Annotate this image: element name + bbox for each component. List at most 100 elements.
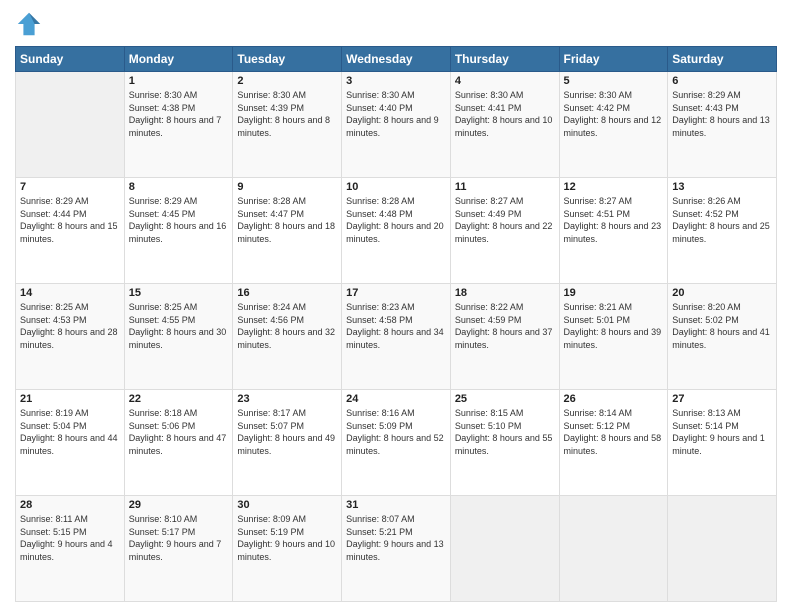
day-info: Sunrise: 8:09 AMSunset: 5:19 PMDaylight:… [237, 513, 337, 563]
day-number: 22 [129, 393, 229, 405]
day-cell [16, 72, 125, 178]
day-info: Sunrise: 8:27 AMSunset: 4:51 PMDaylight:… [564, 195, 664, 245]
day-info: Sunrise: 8:28 AMSunset: 4:48 PMDaylight:… [346, 195, 446, 245]
header-cell-wednesday: Wednesday [342, 47, 451, 72]
day-info: Sunrise: 8:15 AMSunset: 5:10 PMDaylight:… [455, 407, 555, 457]
day-info: Sunrise: 8:23 AMSunset: 4:58 PMDaylight:… [346, 301, 446, 351]
day-info: Sunrise: 8:16 AMSunset: 5:09 PMDaylight:… [346, 407, 446, 457]
day-info: Sunrise: 8:29 AMSunset: 4:45 PMDaylight:… [129, 195, 229, 245]
day-cell: 16Sunrise: 8:24 AMSunset: 4:56 PMDayligh… [233, 284, 342, 390]
day-info: Sunrise: 8:18 AMSunset: 5:06 PMDaylight:… [129, 407, 229, 457]
day-cell: 30 Sunrise: 8:09 AMSunset: 5:19 PMDayligh… [233, 496, 342, 602]
header-cell-saturday: Saturday [668, 47, 777, 72]
logo-icon [15, 10, 43, 38]
day-info: Sunrise: 8:25 AMSunset: 4:53 PMDaylight:… [20, 301, 120, 351]
day-cell: 8 Sunrise: 8:29 AMSunset: 4:45 PMDaylight… [124, 178, 233, 284]
day-info: Sunrise: 8:30 AMSunset: 4:40 PMDaylight:… [346, 89, 446, 139]
day-info: Sunrise: 8:29 AMSunset: 4:44 PMDaylight:… [20, 195, 120, 245]
day-number: 4 [455, 75, 555, 87]
day-info: Sunrise: 8:14 AMSunset: 5:12 PMDaylight:… [564, 407, 664, 457]
day-cell: 26 Sunrise: 8:14 AMSunset: 5:12 PMDayligh… [559, 390, 668, 496]
week-row-1: 1 Sunrise: 8:30 AMSunset: 4:38 PMDaylight… [16, 72, 777, 178]
day-info: Sunrise: 8:30 AMSunset: 4:38 PMDaylight:… [129, 89, 229, 139]
day-number: 9 [237, 181, 337, 193]
day-cell: 25 Sunrise: 8:15 AMSunset: 5:10 PMDayligh… [450, 390, 559, 496]
week-row-5: 28 Sunrise: 8:11 AMSunset: 5:15 PMDayligh… [16, 496, 777, 602]
calendar-body: 1 Sunrise: 8:30 AMSunset: 4:38 PMDaylight… [16, 72, 777, 602]
day-cell: 24Sunrise: 8:16 AMSunset: 5:09 PMDayligh… [342, 390, 451, 496]
day-number: 5 [564, 75, 664, 87]
day-cell [668, 496, 777, 602]
week-row-3: 14 Sunrise: 8:25 AMSunset: 4:53 PMDayligh… [16, 284, 777, 390]
day-number: 18 [455, 287, 555, 299]
day-number: 7 [20, 181, 120, 193]
day-number: 20 [672, 287, 772, 299]
day-info: Sunrise: 8:19 AMSunset: 5:04 PMDaylight:… [20, 407, 120, 457]
day-cell: 9 Sunrise: 8:28 AMSunset: 4:47 PMDaylight… [233, 178, 342, 284]
header-cell-sunday: Sunday [16, 47, 125, 72]
day-cell: 12 Sunrise: 8:27 AMSunset: 4:51 PMDayligh… [559, 178, 668, 284]
day-info: Sunrise: 8:20 AMSunset: 5:02 PMDaylight:… [672, 301, 772, 351]
day-cell [559, 496, 668, 602]
day-number: 19 [564, 287, 664, 299]
day-number: 26 [564, 393, 664, 405]
calendar-table: SundayMondayTuesdayWednesdayThursdayFrid… [15, 46, 777, 602]
week-row-4: 21 Sunrise: 8:19 AMSunset: 5:04 PMDayligh… [16, 390, 777, 496]
calendar-page: SundayMondayTuesdayWednesdayThursdayFrid… [0, 0, 792, 612]
day-info: Sunrise: 8:30 AMSunset: 4:42 PMDaylight:… [564, 89, 664, 139]
day-cell: 3Sunrise: 8:30 AMSunset: 4:40 PMDaylight… [342, 72, 451, 178]
header-cell-thursday: Thursday [450, 47, 559, 72]
day-cell: 22 Sunrise: 8:18 AMSunset: 5:06 PMDayligh… [124, 390, 233, 496]
day-number: 30 [237, 499, 337, 511]
day-info: Sunrise: 8:29 AMSunset: 4:43 PMDaylight:… [672, 89, 772, 139]
day-info: Sunrise: 8:24 AMSunset: 4:56 PMDaylight:… [237, 301, 337, 351]
day-info: Sunrise: 8:07 AMSunset: 5:21 PMDaylight:… [346, 513, 446, 563]
day-cell: 27Sunrise: 8:13 AMSunset: 5:14 PMDayligh… [668, 390, 777, 496]
day-cell: 5 Sunrise: 8:30 AMSunset: 4:42 PMDaylight… [559, 72, 668, 178]
day-cell: 17Sunrise: 8:23 AMSunset: 4:58 PMDayligh… [342, 284, 451, 390]
day-cell: 10 Sunrise: 8:28 AMSunset: 4:48 PMDayligh… [342, 178, 451, 284]
day-info: Sunrise: 8:22 AMSunset: 4:59 PMDaylight:… [455, 301, 555, 351]
logo [15, 10, 47, 38]
day-number: 15 [129, 287, 229, 299]
day-info: Sunrise: 8:17 AMSunset: 5:07 PMDaylight:… [237, 407, 337, 457]
header-row: SundayMondayTuesdayWednesdayThursdayFrid… [16, 47, 777, 72]
day-cell: 7 Sunrise: 8:29 AMSunset: 4:44 PMDaylight… [16, 178, 125, 284]
day-number: 1 [129, 75, 229, 87]
day-number: 31 [346, 499, 446, 511]
day-number: 21 [20, 393, 120, 405]
day-number: 23 [237, 393, 337, 405]
day-cell [450, 496, 559, 602]
day-info: Sunrise: 8:11 AMSunset: 5:15 PMDaylight:… [20, 513, 120, 563]
day-info: Sunrise: 8:26 AMSunset: 4:52 PMDaylight:… [672, 195, 772, 245]
day-number: 10 [346, 181, 446, 193]
day-number: 27 [672, 393, 772, 405]
day-info: Sunrise: 8:21 AMSunset: 5:01 PMDaylight:… [564, 301, 664, 351]
day-number: 8 [129, 181, 229, 193]
day-cell: 20 Sunrise: 8:20 AMSunset: 5:02 PMDayligh… [668, 284, 777, 390]
day-info: Sunrise: 8:10 AMSunset: 5:17 PMDaylight:… [129, 513, 229, 563]
day-info: Sunrise: 8:28 AMSunset: 4:47 PMDaylight:… [237, 195, 337, 245]
day-info: Sunrise: 8:25 AMSunset: 4:55 PMDaylight:… [129, 301, 229, 351]
day-number: 25 [455, 393, 555, 405]
day-number: 29 [129, 499, 229, 511]
day-cell: 2 Sunrise: 8:30 AMSunset: 4:39 PMDaylight… [233, 72, 342, 178]
day-cell: 1 Sunrise: 8:30 AMSunset: 4:38 PMDaylight… [124, 72, 233, 178]
day-cell: 6 Sunrise: 8:29 AMSunset: 4:43 PMDaylight… [668, 72, 777, 178]
day-info: Sunrise: 8:30 AMSunset: 4:39 PMDaylight:… [237, 89, 337, 139]
day-number: 11 [455, 181, 555, 193]
day-number: 12 [564, 181, 664, 193]
day-number: 14 [20, 287, 120, 299]
calendar-header: SundayMondayTuesdayWednesdayThursdayFrid… [16, 47, 777, 72]
day-number: 28 [20, 499, 120, 511]
day-cell: 31 Sunrise: 8:07 AMSunset: 5:21 PMDayligh… [342, 496, 451, 602]
day-cell: 19 Sunrise: 8:21 AMSunset: 5:01 PMDayligh… [559, 284, 668, 390]
day-cell: 29 Sunrise: 8:10 AMSunset: 5:17 PMDayligh… [124, 496, 233, 602]
day-number: 13 [672, 181, 772, 193]
day-info: Sunrise: 8:30 AMSunset: 4:41 PMDaylight:… [455, 89, 555, 139]
day-number: 6 [672, 75, 772, 87]
day-number: 2 [237, 75, 337, 87]
header-cell-monday: Monday [124, 47, 233, 72]
header-cell-friday: Friday [559, 47, 668, 72]
day-info: Sunrise: 8:27 AMSunset: 4:49 PMDaylight:… [455, 195, 555, 245]
